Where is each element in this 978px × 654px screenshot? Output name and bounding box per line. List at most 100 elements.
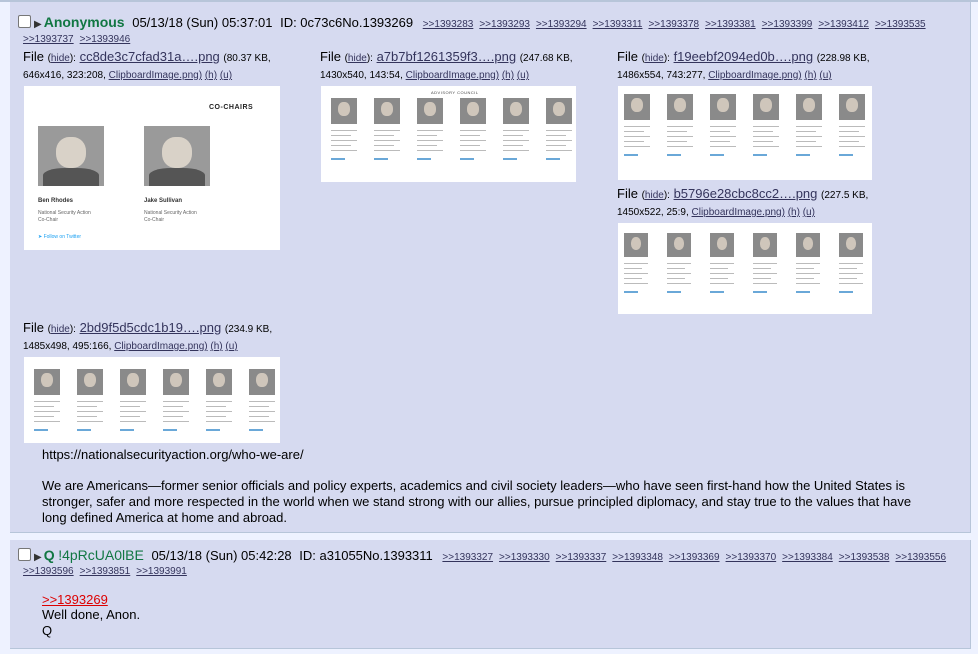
h-link[interactable]: (h) bbox=[788, 207, 800, 218]
file-name-link[interactable]: 2bd9f5d5cdc1b19….png bbox=[80, 320, 222, 335]
post-datetime: 05/13/18 (Sun) 05:42:28 bbox=[151, 548, 292, 563]
backlink[interactable]: >>1393327 bbox=[442, 552, 493, 563]
file-info-2: File (hide): a7b7bf1261359f3….png (247.6… bbox=[320, 49, 573, 81]
file-name-link[interactable]: a7b7bf1261359f3….png bbox=[377, 49, 517, 64]
cochairs-title: CO-CHAIRS bbox=[209, 104, 254, 111]
file-size: (247.68 KB, bbox=[519, 53, 573, 64]
portrait-jake-sullivan bbox=[144, 126, 210, 186]
post-number[interactable]: No.1393269 bbox=[342, 15, 413, 30]
original-name-link[interactable]: ClipboardImage.png) bbox=[692, 207, 785, 218]
thumbnail-4[interactable] bbox=[618, 223, 872, 314]
thumbnail-advisory-council[interactable]: ADVISORY COUNCIL bbox=[321, 86, 576, 182]
file-label: File bbox=[23, 49, 44, 64]
backlink[interactable]: >>1393538 bbox=[839, 552, 890, 563]
post-url-text: https://nationalsecurityaction.org/who-w… bbox=[42, 447, 304, 462]
post-menu-triangle-icon[interactable]: ▶ bbox=[34, 552, 42, 563]
h-link[interactable]: (h) bbox=[205, 70, 217, 81]
u-link[interactable]: (u) bbox=[220, 70, 232, 81]
backlink[interactable]: >>1393311 bbox=[593, 19, 643, 30]
u-link[interactable]: (u) bbox=[517, 70, 529, 81]
hide-link[interactable]: hide bbox=[348, 53, 367, 64]
post-1393269: ▶ Anonymous 05/13/18 (Sun) 05:37:01 ID: 0… bbox=[10, 2, 971, 533]
file-info-4: File (hide): b5796e28cbc8cc2….png (227.5… bbox=[617, 186, 869, 218]
h-link[interactable]: (h) bbox=[804, 70, 816, 81]
u-link[interactable]: (u) bbox=[819, 70, 831, 81]
hide-link[interactable]: hide bbox=[51, 53, 70, 64]
file-size: (80.37 KB, bbox=[223, 53, 271, 64]
backlink[interactable]: >>1393294 bbox=[536, 19, 587, 30]
backlink[interactable]: >>1393378 bbox=[648, 19, 699, 30]
backlink[interactable]: >>1393293 bbox=[479, 19, 530, 30]
original-name-link[interactable]: ClipboardImage.png) bbox=[114, 341, 207, 352]
file-info-5: File (hide): 2bd9f5d5cdc1b19….png (234.9… bbox=[23, 320, 273, 352]
person-name-2: Jake Sullivan bbox=[144, 198, 183, 204]
backlink[interactable]: >>1393556 bbox=[895, 552, 946, 563]
h-link[interactable]: (h) bbox=[502, 70, 514, 81]
poster-name: Q bbox=[43, 547, 55, 563]
file-dims: 1486x554, 743:277, bbox=[617, 70, 706, 81]
file-name-link[interactable]: b5796e28cbc8cc2….png bbox=[674, 186, 818, 201]
post-select-checkbox[interactable] bbox=[18, 15, 31, 28]
file-label: File bbox=[617, 186, 638, 201]
file-name-link[interactable]: f19eebf2094ed0b….png bbox=[674, 49, 814, 64]
post-1393311: ▶ Q !4pRcUA0lBE 05/13/18 (Sun) 05:42:28 I… bbox=[10, 540, 971, 649]
reply-line-1: Well done, Anon. bbox=[42, 607, 141, 622]
original-name-link[interactable]: ClipboardImage.png) bbox=[406, 70, 499, 81]
person-role-1b: Co-Chair bbox=[38, 217, 59, 223]
h-link[interactable]: (h) bbox=[210, 341, 222, 352]
person-role-2a: National Security Action bbox=[144, 210, 197, 216]
backlinks: >>1393327 >>1393330 >>1393337 >>1393348 >>13… bbox=[436, 548, 946, 563]
person-name-1: Ben Rhodes bbox=[38, 198, 74, 204]
backlink[interactable]: >>1393596 bbox=[23, 566, 74, 577]
u-link[interactable]: (u) bbox=[225, 341, 237, 352]
backlink[interactable]: >>1393851 bbox=[80, 566, 131, 577]
poster-id[interactable]: ID: a31055 bbox=[299, 548, 363, 563]
file-label: File bbox=[23, 320, 44, 335]
backlink[interactable]: >>1393384 bbox=[782, 552, 833, 563]
backlink[interactable]: >>1393412 bbox=[818, 19, 869, 30]
backlink[interactable]: >>1393369 bbox=[669, 552, 720, 563]
original-name-link[interactable]: ClipboardImage.png) bbox=[109, 70, 202, 81]
file-info-3: File (hide): f19eebf2094ed0b….png (228.9… bbox=[617, 49, 870, 81]
poster-tripcode: !4pRcUA0lBE bbox=[58, 547, 144, 563]
backlink[interactable]: >>1393381 bbox=[705, 19, 756, 30]
backlink[interactable]: >>1393946 bbox=[80, 34, 131, 45]
person-role-1a: National Security Action bbox=[38, 210, 91, 216]
file-label: File bbox=[320, 49, 341, 64]
reply-quote-link[interactable]: >>1393269 bbox=[42, 592, 108, 608]
file-dims: 1450x522, 25:9, bbox=[617, 207, 689, 218]
backlink[interactable]: >>1393348 bbox=[612, 552, 663, 563]
hide-link[interactable]: hide bbox=[645, 53, 664, 64]
post-select-checkbox[interactable] bbox=[18, 548, 31, 561]
original-name-link[interactable]: ClipboardImage.png) bbox=[708, 70, 801, 81]
backlinks-row-2: >>1393596 >>1393851 >>1393991 bbox=[23, 566, 187, 577]
backlink[interactable]: >>1393991 bbox=[136, 566, 187, 577]
backlink[interactable]: >>1393283 bbox=[423, 19, 474, 30]
file-dims: 1430x540, 143:54, bbox=[320, 70, 403, 81]
file-name-link[interactable]: cc8de3c7cfad31a….png bbox=[80, 49, 220, 64]
thumbnail-cochairs[interactable]: CO-CHAIRS Ben Rhodes National Security A… bbox=[24, 86, 280, 250]
backlink[interactable]: >>1393330 bbox=[499, 552, 550, 563]
file-dims: 1485x498, 495:166, bbox=[23, 341, 112, 352]
post-menu-triangle-icon[interactable]: ▶ bbox=[34, 19, 42, 30]
advisory-title: ADVISORY COUNCIL bbox=[431, 90, 479, 95]
backlink[interactable]: >>1393337 bbox=[556, 552, 607, 563]
backlinks-row-2: >>1393737 >>1393946 bbox=[23, 34, 130, 45]
file-size: (227.5 KB, bbox=[821, 190, 869, 201]
u-link[interactable]: (u) bbox=[803, 207, 815, 218]
post-body-text: We are Americans—former senior officials… bbox=[42, 478, 912, 525]
post-number[interactable]: No.1393311 bbox=[363, 548, 433, 563]
backlink[interactable]: >>1393399 bbox=[762, 19, 813, 30]
poster-id[interactable]: ID: 0c73c6 bbox=[280, 15, 342, 30]
hide-link[interactable]: hide bbox=[51, 324, 70, 335]
post-datetime: 05/13/18 (Sun) 05:37:01 bbox=[132, 15, 273, 30]
person-role-2b: Co-Chair bbox=[144, 217, 165, 223]
thumbnail-5[interactable] bbox=[24, 357, 280, 443]
backlinks: >>1393283 >>1393293 >>1393294 >>1393311 >>13… bbox=[417, 15, 926, 30]
backlink[interactable]: >>1393737 bbox=[23, 34, 74, 45]
thumbnail-3[interactable] bbox=[618, 86, 872, 180]
hide-link[interactable]: hide bbox=[645, 190, 664, 201]
backlink[interactable]: >>1393370 bbox=[726, 552, 777, 563]
backlink[interactable]: >>1393535 bbox=[875, 19, 926, 30]
twitter-link: ➤ Follow on Twitter bbox=[38, 234, 82, 240]
